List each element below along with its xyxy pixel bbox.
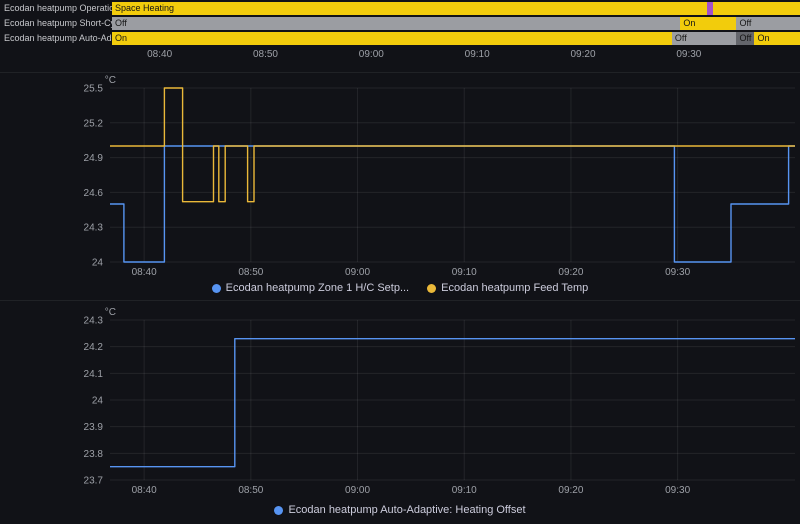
time-tick-label: 08:50: [252, 49, 278, 60]
x-tick-label: 09:00: [345, 267, 370, 278]
y-tick-label: 24.6: [84, 188, 104, 199]
x-tick-label: 08:40: [132, 485, 157, 496]
y-tick-label: 24.3: [84, 316, 104, 327]
y-tick-label: 25.2: [84, 118, 104, 129]
timeline-segment[interactable]: On: [112, 32, 672, 45]
y-tick-label: 23.8: [84, 449, 104, 460]
timeline-row-label: Ecodan heatpump Short-Cycle: P...: [4, 18, 112, 28]
timeline-row: Ecodan heatpump Operation Mo...Space Hea…: [0, 2, 800, 15]
legend-label: Ecodan heatpump Auto-Adaptive: Heating O…: [288, 504, 526, 516]
timeline-segment[interactable]: [713, 2, 800, 15]
y-tick-label: 24.3: [84, 223, 104, 234]
y-tick-label: 24: [92, 258, 104, 269]
state-timeline-panel: Ecodan heatpump Operation Mo...Space Hea…: [0, 0, 800, 72]
legend-label: Ecodan heatpump Zone 1 H/C Setp...: [225, 282, 410, 294]
timeline-axis: 08:40 08:50 09:00 09:10 09:20 09:30: [0, 49, 800, 65]
x-tick-label: 09:20: [558, 485, 583, 496]
series-line: [110, 87, 795, 203]
timeline-segment[interactable]: Off: [112, 17, 681, 30]
timeline-row-label: Ecodan heatpump Operation Mo...: [4, 3, 112, 13]
x-tick-label: 09:00: [345, 485, 370, 496]
grafana-dashboard: Ecodan heatpump Operation Mo...Space Hea…: [0, 0, 800, 524]
y-tick-label: 23.7: [84, 476, 104, 487]
chart-legend: Ecodan heatpump Auto-Adaptive: Heating O…: [0, 504, 800, 516]
timeline-segment[interactable]: On: [754, 32, 800, 45]
legend-dot: [427, 283, 437, 293]
time-tick-label: 09:30: [676, 49, 702, 60]
y-tick-label: 24: [92, 396, 104, 407]
y-axis-unit: °C: [105, 75, 116, 86]
timeline-rows: Ecodan heatpump Operation Mo...Space Hea…: [0, 0, 800, 45]
x-tick-label: 09:10: [452, 267, 477, 278]
time-series-plot[interactable]: 24 24.3 24.6 24.9 25.2 25.5 08:40 08:50 09:00 09:…: [0, 72, 800, 300]
heating-offset-chart-panel: 23.7 23.8 23.9 24 24.1 24.2 24.3 08:40 08:50 09:0…: [0, 300, 800, 524]
timeline-segment[interactable]: On: [680, 17, 737, 30]
x-tick-label: 08:50: [238, 267, 263, 278]
x-tick-label: 08:40: [132, 267, 157, 278]
time-tick-label: 09:10: [464, 49, 490, 60]
timeline-segment[interactable]: Off: [736, 17, 800, 30]
series-line: [110, 338, 795, 468]
y-tick-label: 24.1: [84, 369, 104, 380]
x-tick-label: 09:30: [665, 267, 690, 278]
timeline-track: Space Heating: [112, 2, 800, 15]
timeline-row: Ecodan heatpump Auto-Adaptiv...OnOffOffO…: [0, 32, 800, 45]
legend-item[interactable]: Ecodan heatpump Zone 1 H/C Setp...: [211, 282, 410, 294]
y-axis-unit: °C: [105, 307, 116, 318]
time-tick-label: 09:00: [358, 49, 384, 60]
legend-dot: [211, 283, 221, 293]
timeline-row: Ecodan heatpump Short-Cycle: P...OffOnOf…: [0, 17, 800, 30]
y-tick-label: 24.9: [84, 153, 104, 164]
x-tick-label: 09:30: [665, 485, 690, 496]
series-line: [110, 145, 795, 263]
time-tick-label: 09:20: [570, 49, 596, 60]
timeline-row-label: Ecodan heatpump Auto-Adaptiv...: [4, 33, 112, 43]
time-series-plot[interactable]: 23.7 23.8 23.9 24 24.1 24.2 24.3 08:40 08:50 09:0…: [0, 300, 800, 524]
y-tick-label: 24.2: [84, 342, 104, 353]
time-tick-label: 08:40: [147, 49, 173, 60]
y-tick-label: 23.9: [84, 422, 104, 433]
timeline-segment[interactable]: Space Heating: [112, 2, 707, 15]
timeline-track: On Off Off On: [112, 32, 800, 45]
timeline-segment[interactable]: Off: [736, 32, 755, 45]
timeline-track: Off On Off: [112, 17, 800, 30]
y-tick-label: 25.5: [84, 84, 104, 95]
legend-label: Ecodan heatpump Feed Temp: [441, 282, 589, 294]
timeline-segment[interactable]: Off: [671, 32, 737, 45]
legend-dot: [274, 505, 284, 515]
legend-item[interactable]: Ecodan heatpump Feed Temp: [427, 282, 588, 294]
x-tick-label: 08:50: [238, 485, 263, 496]
x-tick-label: 09:20: [558, 267, 583, 278]
legend-item[interactable]: Ecodan heatpump Auto-Adaptive: Heating O…: [274, 504, 526, 516]
setpoint-feed-temp-chart-panel: 24 24.3 24.6 24.9 25.2 25.5 08:40 08:50 09:00 09:…: [0, 72, 800, 300]
x-tick-label: 09:10: [452, 485, 477, 496]
chart-legend: Ecodan heatpump Zone 1 H/C Setp... Ecodan…: [0, 282, 800, 294]
